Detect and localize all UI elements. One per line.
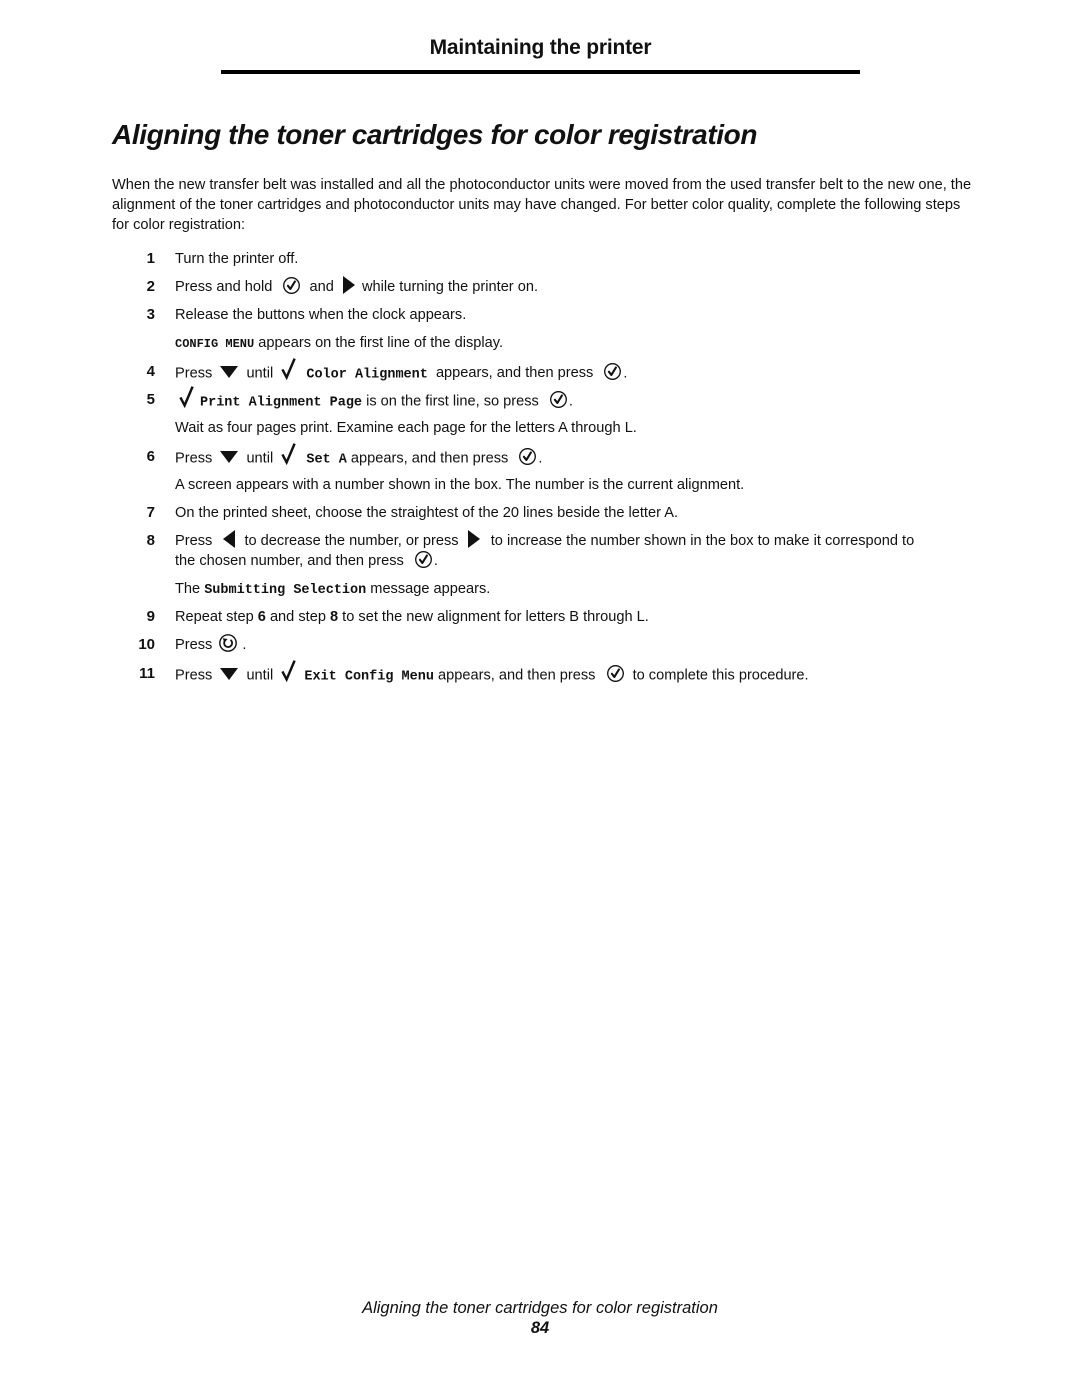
display-message: Submitting Selection [204, 583, 367, 598]
step-reference: 8 [330, 609, 339, 625]
menu-item-name: Color Alignment [306, 367, 428, 383]
step-text: Turn the printer off. [175, 251, 299, 267]
step-text: while turning the printer on. [361, 279, 539, 295]
step-number: 1 [146, 250, 155, 267]
step-number: 6 [146, 448, 155, 465]
note-text: message appears. [366, 581, 491, 597]
step-3: Release the buttons when the clock appea… [175, 305, 466, 325]
step-text: Repeat step [175, 609, 258, 625]
step-text: and step [265, 609, 330, 625]
step-text: is on the first line, so press [362, 393, 539, 410]
punctuation: . [623, 365, 628, 382]
footer-title: Aligning the toner cartridges for color … [362, 1299, 718, 1317]
step-number: 8 [146, 532, 155, 549]
punctuation: . [538, 450, 543, 467]
menu-item-name: Set A [306, 452, 347, 468]
display-message: CONFIG MENU [175, 337, 255, 351]
punctuation: . [433, 553, 438, 569]
down-arrow-icon [220, 365, 238, 379]
step-text: Press [175, 533, 213, 549]
step-6: Press until Set A appears, and then pres… [175, 447, 542, 470]
step-number: 2 [146, 278, 155, 295]
step-text: appears, and then press [435, 365, 594, 382]
step-text: the chosen number, and then press [175, 553, 404, 569]
checkmark-icon [179, 385, 194, 408]
step-text: until [246, 667, 274, 684]
down-arrow-icon [220, 450, 238, 464]
right-arrow-icon [342, 276, 356, 294]
step-text: until [246, 365, 274, 382]
punctuation: . [242, 637, 247, 653]
select-button-icon [549, 390, 568, 409]
select-button-icon [606, 664, 625, 683]
step-2: Press and hold and while turning the pri… [175, 277, 538, 297]
step-10: Press . [175, 635, 246, 655]
step-6-note: A screen appears with a number shown in … [175, 475, 744, 495]
menu-item-name: Print Alignment Page [200, 395, 363, 411]
step-text: Press [175, 450, 213, 467]
step-text: to decrease the number, or press [244, 533, 459, 549]
header-rule [221, 70, 860, 74]
return-button-icon [218, 633, 238, 653]
step-3-note: CONFIG MENU appears on the first line of… [175, 333, 503, 354]
step-text: Press and hold [175, 279, 273, 295]
step-8-note: The Submitting Selection message appears… [175, 579, 490, 601]
step-text: and [309, 279, 334, 295]
step-8: Press to decrease the number, or press t… [175, 531, 914, 551]
checkmark-icon [281, 659, 296, 682]
step-text: Press [175, 667, 213, 684]
step-number: 5 [146, 391, 155, 408]
menu-item-name: Exit Config Menu [304, 669, 434, 685]
step-11: Press until Exit Config Menu appears, an… [175, 664, 809, 687]
step-text: appears, and then press [350, 450, 509, 467]
note-text: Wait as four pages print. Examine each p… [175, 420, 637, 436]
step-text: Release the buttons when the clock appea… [175, 307, 467, 323]
step-5-note: Wait as four pages print. Examine each p… [175, 418, 637, 438]
step-number: 10 [138, 636, 155, 653]
step-number: 9 [146, 608, 155, 625]
step-text: to complete this procedure. [632, 667, 809, 684]
step-1: Turn the printer off. [175, 249, 298, 269]
page-title: Aligning the toner cartridges for color … [112, 119, 758, 150]
section-title: Maintaining the printer [429, 36, 652, 59]
step-text: Press [175, 637, 213, 653]
step-number: 7 [146, 504, 155, 521]
step-text: until [246, 450, 274, 467]
step-text: to set the new alignment for letters B t… [338, 609, 649, 625]
step-7: On the printed sheet, choose the straigh… [175, 503, 678, 523]
checkmark-icon [281, 442, 296, 465]
right-arrow-icon [467, 530, 481, 548]
checkmark-icon [281, 357, 296, 380]
step-text: Press [175, 365, 213, 382]
select-button-icon [603, 362, 622, 381]
step-reference: 6 [257, 609, 266, 625]
page-number: 84 [530, 1319, 550, 1337]
left-arrow-icon [222, 530, 236, 548]
note-text: A screen appears with a number shown in … [175, 477, 745, 493]
step-5: Print Alignment Page is on the first lin… [179, 390, 573, 413]
intro-paragraph: When the new transfer belt was installed… [112, 177, 972, 233]
step-8-continued: the chosen number, and then press . [175, 551, 438, 571]
down-arrow-icon [220, 667, 238, 681]
punctuation: . [568, 393, 573, 410]
note-text: appears on the first line of the display… [254, 335, 503, 351]
note-text: The [175, 581, 205, 597]
step-4: Press until Color Alignment appears, and… [175, 362, 627, 385]
step-number: 4 [146, 363, 155, 380]
step-number: 3 [146, 306, 155, 323]
select-button-icon [518, 447, 537, 466]
select-button-icon [414, 550, 433, 569]
step-text: appears, and then press [438, 667, 596, 684]
step-9: Repeat step 6 and step 8 to set the new … [175, 607, 649, 627]
select-button-icon [282, 276, 301, 295]
step-text: On the printed sheet, choose the straigh… [175, 505, 678, 521]
running-header: Maintaining the printer [221, 36, 860, 60]
step-number: 11 [139, 665, 155, 682]
step-text: to increase the number shown in the box … [490, 533, 915, 549]
